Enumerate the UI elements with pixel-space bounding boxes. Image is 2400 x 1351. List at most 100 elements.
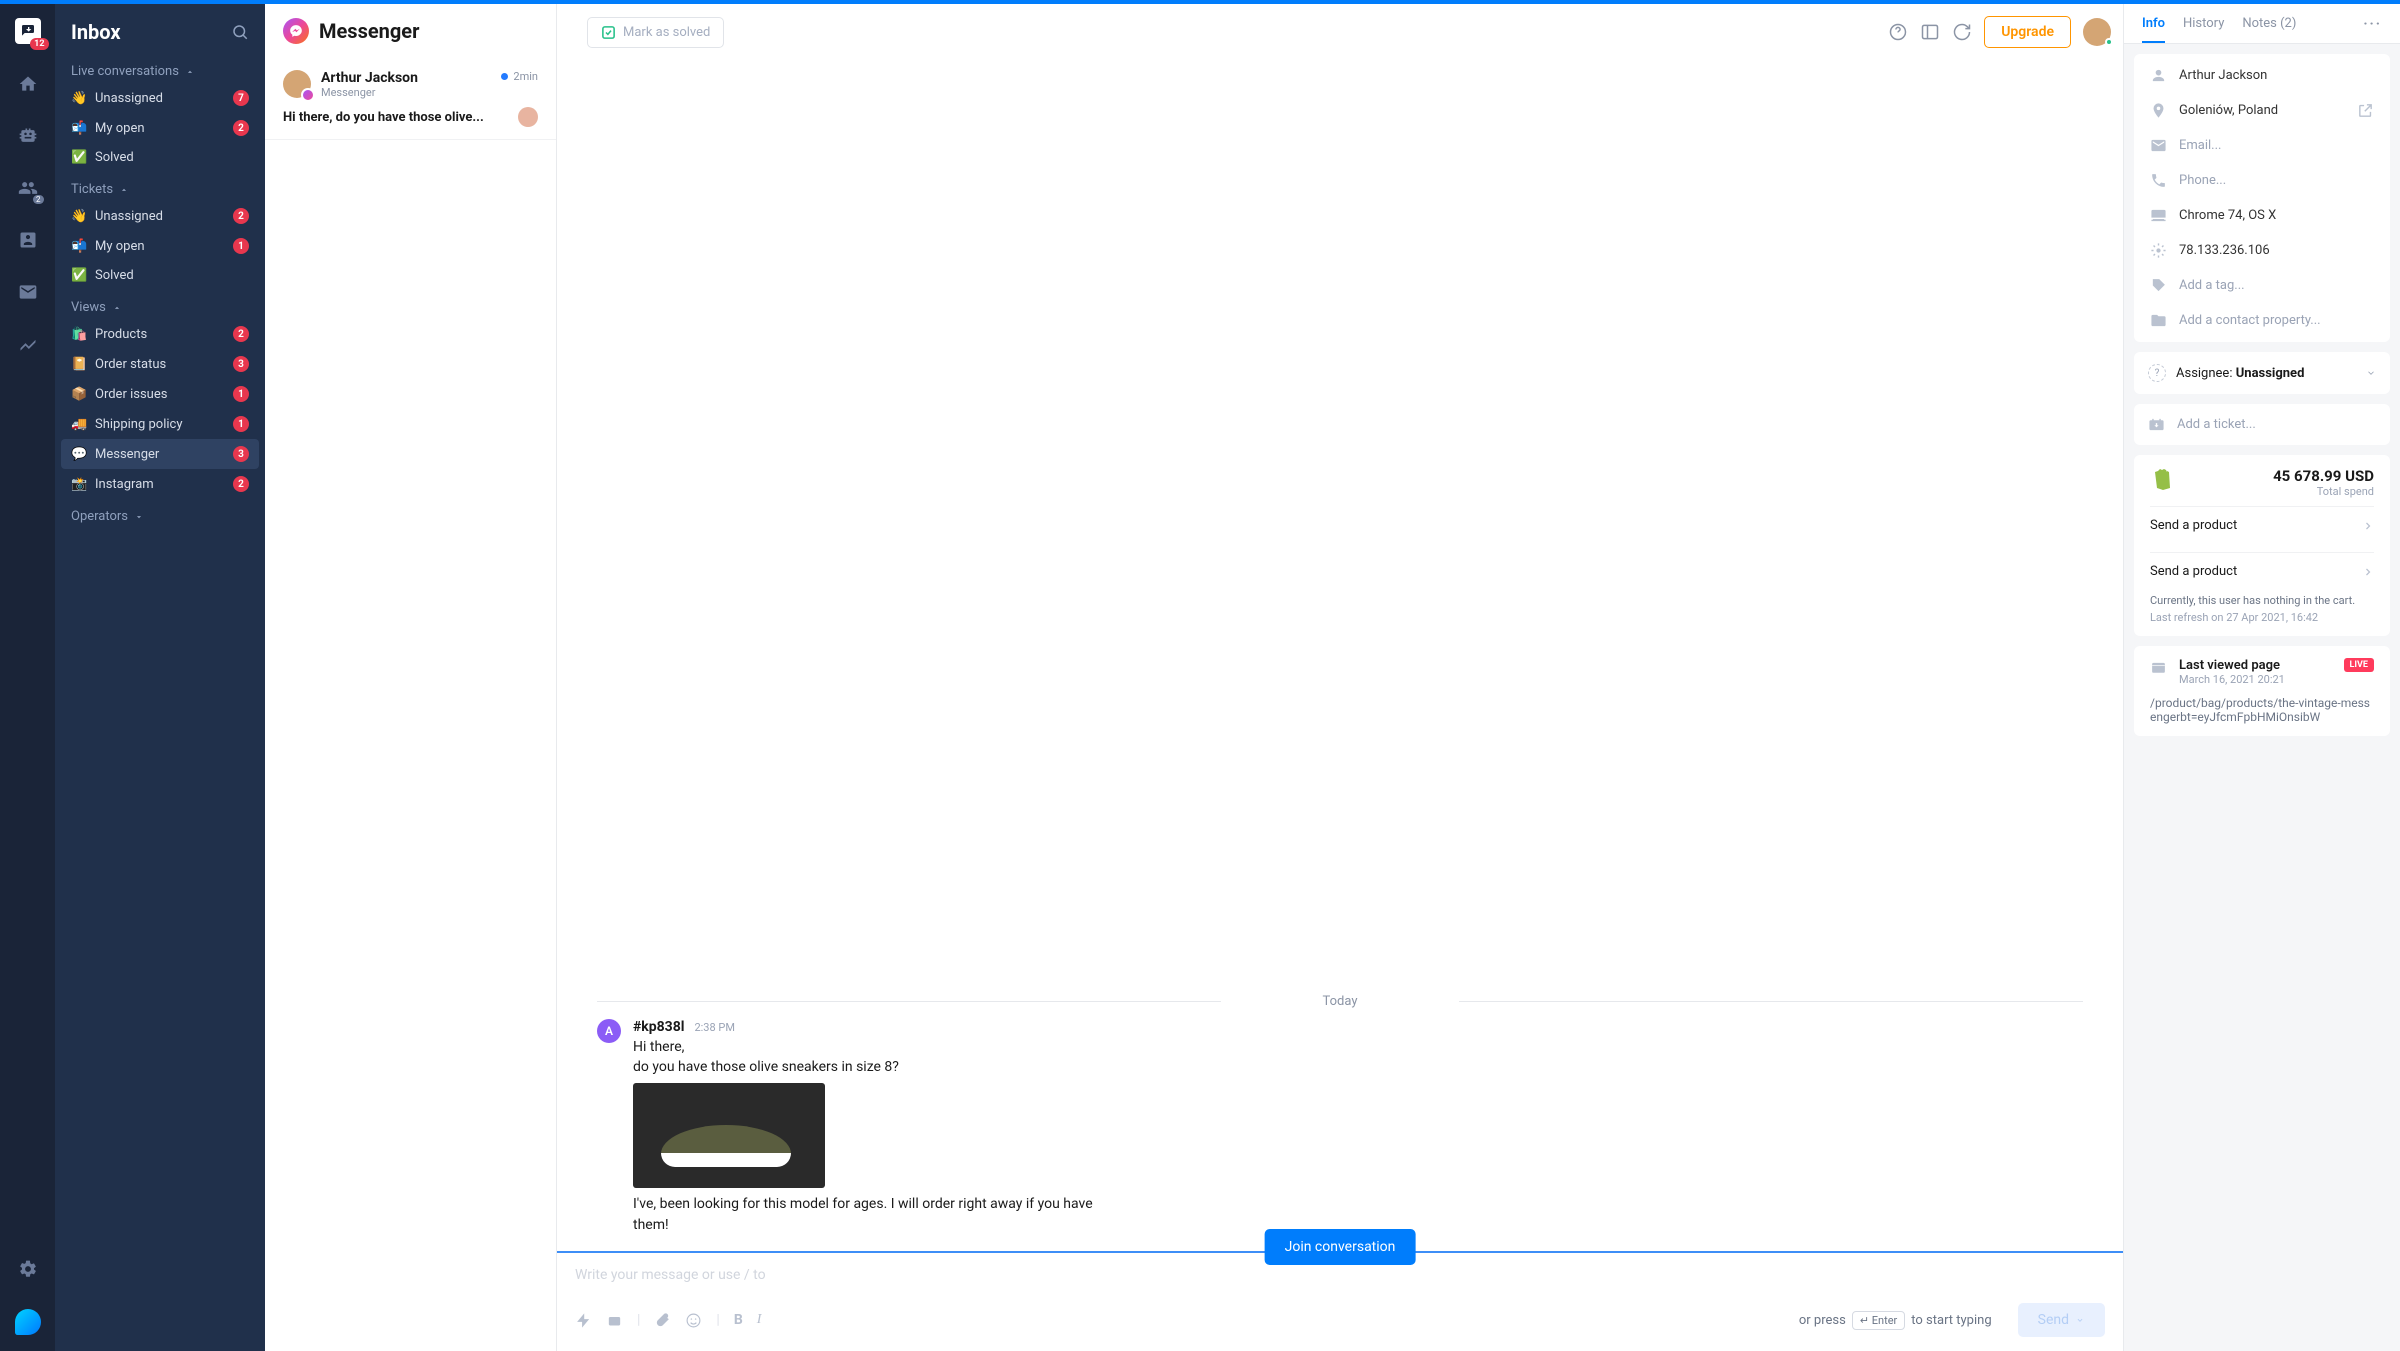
- details-panel: Info History Notes (2) ··· Arthur Jackso…: [2123, 4, 2400, 1351]
- sidebar-item[interactable]: ✅Solved: [55, 143, 265, 172]
- settings-icon[interactable]: [16, 1257, 40, 1281]
- ticket-icon: [2148, 416, 2165, 433]
- external-link-icon[interactable]: [2357, 102, 2374, 119]
- tab-info[interactable]: Info: [2142, 16, 2165, 43]
- enter-key: ↵ Enter: [1852, 1311, 1905, 1330]
- phone-icon: [2150, 172, 2167, 189]
- section-header[interactable]: Views: [55, 290, 265, 319]
- mark-solved-button[interactable]: Mark as solved: [587, 17, 724, 48]
- join-conversation-button[interactable]: Join conversation: [1265, 1229, 1416, 1265]
- section-header[interactable]: Operators: [55, 499, 265, 528]
- search-icon[interactable]: [231, 23, 249, 41]
- refresh-icon[interactable]: [1952, 22, 1972, 42]
- day-divider: Today: [597, 994, 2083, 1009]
- sidebar-item-icon: 📸: [71, 477, 87, 492]
- sidebar-item-count: 3: [233, 446, 249, 462]
- tab-notes[interactable]: Notes (2): [2242, 16, 2296, 43]
- sidebar-item[interactable]: 🚚Shipping policy1: [55, 409, 265, 439]
- sidebar-item-label: Messenger: [95, 447, 225, 462]
- sidebar-item-label: My open: [95, 121, 225, 136]
- message-time: 2:38 PM: [694, 1021, 734, 1034]
- person-icon: [2150, 67, 2167, 84]
- sidebar-item[interactable]: 📬My open2: [55, 113, 265, 143]
- app-logo[interactable]: 12: [15, 18, 41, 44]
- contact-avatar: [283, 70, 311, 98]
- message-image[interactable]: [633, 1083, 825, 1188]
- sidebar-item[interactable]: 📔Order status3: [55, 349, 265, 379]
- help-icon[interactable]: [1888, 22, 1908, 42]
- topbar: Mark as solved Upgrade: [587, 4, 2123, 60]
- sidebar-item-count: 1: [233, 386, 249, 402]
- sidebar-item-label: Order issues: [95, 387, 225, 402]
- sidebar-item-icon: 📬: [71, 239, 87, 254]
- operator-avatar[interactable]: [2083, 18, 2111, 46]
- chat-panel: Mark as solved Upgrade Today A #kp838l 2…: [557, 4, 2123, 1351]
- conversation-preview: Hi there, do you have those olive...: [283, 110, 518, 125]
- sidebar-item-label: Solved: [95, 268, 249, 283]
- more-icon[interactable]: ···: [2363, 16, 2382, 43]
- sidebar-item-icon: 📦: [71, 387, 87, 402]
- sidebar-item[interactable]: 💬Messenger3: [61, 439, 259, 469]
- contact-source: Messenger: [321, 86, 418, 99]
- bold-icon[interactable]: B: [734, 1312, 743, 1328]
- send-product-button[interactable]: Send a product: [2150, 506, 2374, 544]
- total-spend-label: Total spend: [2273, 485, 2374, 498]
- sidebar-item[interactable]: 🛍️Products2: [55, 319, 265, 349]
- sidebar-item-count: 2: [233, 208, 249, 224]
- tab-history[interactable]: History: [2183, 16, 2224, 43]
- lightning-icon[interactable]: [575, 1312, 592, 1329]
- sidebar-item-label: Order status: [95, 357, 225, 372]
- home-icon[interactable]: [16, 72, 40, 96]
- channel-title: Messenger: [319, 19, 419, 43]
- sidebar-item-label: Products: [95, 327, 225, 342]
- people-icon[interactable]: 2: [16, 176, 40, 200]
- logo-badge: 12: [30, 38, 48, 50]
- sidebar-title: Inbox: [71, 20, 121, 44]
- sidebar-item[interactable]: 👋Unassigned2: [55, 201, 265, 231]
- sidebar-item-count: 2: [233, 326, 249, 342]
- upgrade-button[interactable]: Upgrade: [1984, 16, 2071, 48]
- conversation-list: Messenger Arthur Jackson Messenger 2min …: [265, 4, 557, 1351]
- sidebar-item-icon: 🚚: [71, 417, 87, 432]
- sidebar-item-icon: 👋: [71, 91, 87, 106]
- send-product-button[interactable]: Send a product: [2150, 552, 2374, 590]
- sidebar-item-count: 1: [233, 238, 249, 254]
- sidebar-item[interactable]: 👋Unassigned7: [55, 83, 265, 113]
- bot-icon[interactable]: [606, 1312, 623, 1329]
- last-viewed-card: Last viewed page March 16, 2021 20:21 LI…: [2134, 646, 2390, 736]
- section-header[interactable]: Live conversations: [55, 54, 265, 83]
- conversation-row[interactable]: Arthur Jackson Messenger 2min Hi there, …: [265, 58, 556, 140]
- sidebar-item[interactable]: ✅Solved: [55, 261, 265, 290]
- cart-note: Currently, this user has nothing in the …: [2150, 594, 2374, 607]
- sidebar-item[interactable]: 📸Instagram2: [55, 469, 265, 499]
- email-icon: [2150, 137, 2167, 154]
- sidebar-item-icon: 📬: [71, 121, 87, 136]
- sidebar-item[interactable]: 📦 Order issues 1: [55, 379, 265, 409]
- analytics-icon[interactable]: [16, 332, 40, 356]
- nav-rail: 12 2: [0, 4, 55, 1351]
- total-spend-value: 45 678.99 USD: [2273, 467, 2374, 485]
- send-button[interactable]: Send: [2018, 1303, 2105, 1337]
- sidebar-item-label: Unassigned: [95, 209, 225, 224]
- contacts-icon[interactable]: [16, 228, 40, 252]
- mail-icon[interactable]: [16, 280, 40, 304]
- attach-icon[interactable]: [654, 1312, 671, 1329]
- section-header[interactable]: Tickets: [55, 172, 265, 201]
- sidebar-toggle-icon[interactable]: [1920, 22, 1940, 42]
- composer-input[interactable]: Write your message or use / to: [575, 1267, 2105, 1283]
- shopify-card: 45 678.99 USD Total spend Send a product…: [2134, 455, 2390, 636]
- assignee-selector[interactable]: ? Assignee: Unassigned: [2134, 352, 2390, 394]
- composer: Join conversation Write your message or …: [557, 1251, 2123, 1351]
- add-ticket-button[interactable]: Add a ticket...: [2134, 404, 2390, 445]
- brand-blob-icon[interactable]: [15, 1309, 41, 1335]
- italic-icon[interactable]: I: [757, 1312, 762, 1328]
- tag-icon: [2150, 277, 2167, 294]
- emoji-icon[interactable]: [685, 1312, 702, 1329]
- sidebar-item[interactable]: 📬My open1: [55, 231, 265, 261]
- location-icon: [2150, 102, 2167, 119]
- shopify-icon: [2150, 467, 2174, 491]
- sidebar-item-label: Shipping policy: [95, 417, 225, 432]
- message-text: I've, been looking for this model for ag…: [633, 1194, 1113, 1235]
- message-text: Hi there, do you have those olive sneake…: [633, 1037, 1113, 1078]
- bot-icon[interactable]: [16, 124, 40, 148]
